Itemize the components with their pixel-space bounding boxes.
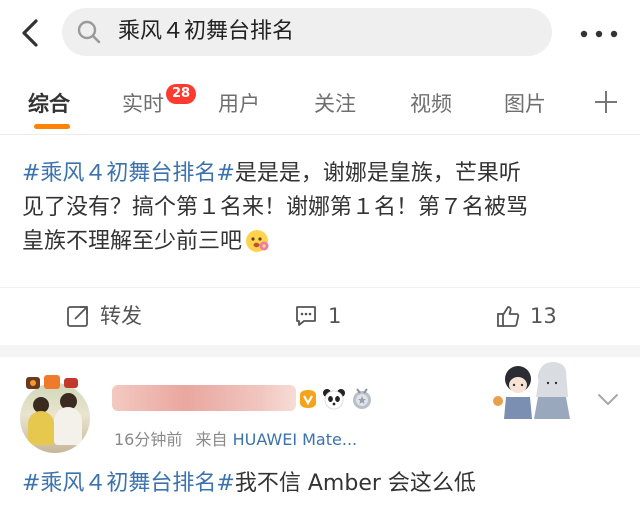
search-tabs: 综合 实时 用户 关注 视频 图片 xyxy=(0,68,640,135)
avatar-detail xyxy=(54,407,82,445)
back-arrow-icon[interactable] xyxy=(14,16,48,50)
username-redacted[interactable] xyxy=(112,385,296,411)
tab-images[interactable]: 图片 xyxy=(504,90,546,118)
avatar[interactable] xyxy=(20,383,90,453)
post-time: 16分钟前 xyxy=(114,430,183,449)
post-actions: 转发 1 13 xyxy=(0,287,640,344)
repost-label: 转发 xyxy=(100,304,142,328)
post-text-line: 皇族不理解至少前三吧 xyxy=(22,229,243,254)
post-card[interactable]: 16分钟前 来自 HUAWEI Mate... #乘风４初舞台排名#我不信 Am… xyxy=(0,357,640,528)
feed-divider xyxy=(0,345,640,357)
hashtag-link[interactable]: #乘风４初舞台排名# xyxy=(22,471,235,496)
hashtag-link[interactable]: #乘风４初舞台排名# xyxy=(22,161,235,186)
medal-badge-icon xyxy=(350,387,374,411)
post-card[interactable]: #乘风４初舞台排名#是是是，谢娜是皇族，芒果听 见了没有？搞个第１名来！谢娜第１… xyxy=(0,135,640,345)
search-icon xyxy=(76,19,102,45)
thumbs-up-icon xyxy=(496,304,520,328)
avatar-detail xyxy=(28,411,54,445)
active-tab-indicator xyxy=(34,124,70,129)
comment-count: 1 xyxy=(328,304,342,328)
add-tab-icon[interactable] xyxy=(594,90,618,114)
tab-videos[interactable]: 视频 xyxy=(410,90,452,118)
vip-badge-icon xyxy=(296,387,320,411)
comment-icon xyxy=(294,304,318,328)
like-count: 13 xyxy=(530,304,557,328)
flower-face-emoji-icon xyxy=(244,227,270,253)
realtime-count-badge: 28 xyxy=(166,84,196,104)
chevron-down-icon[interactable] xyxy=(596,389,620,409)
tab-comprehensive[interactable]: 综合 xyxy=(28,90,70,118)
avatar-decoration-icon xyxy=(24,373,82,393)
top-bar: 乘风４初舞台排名 xyxy=(0,0,640,68)
more-options-icon[interactable] xyxy=(578,24,622,44)
post-text-line: 见了没有？搞个第１名来！谢娜第１名！第７名被骂 xyxy=(22,195,529,220)
repost-icon xyxy=(66,304,90,328)
tab-following[interactable]: 关注 xyxy=(314,90,356,118)
search-query[interactable]: 乘风４初舞台排名 xyxy=(118,18,294,46)
post-text: #乘风４初舞台排名#是是是，谢娜是皇族，芒果听 见了没有？搞个第１名来！谢娜第１… xyxy=(22,157,622,259)
anime-sticker-icon xyxy=(488,357,584,419)
panda-badge-icon xyxy=(322,387,346,411)
tab-users[interactable]: 用户 xyxy=(218,90,260,118)
search-bar[interactable]: 乘风４初舞台排名 xyxy=(62,8,552,56)
post-text-line: 是是是，谢娜是皇族，芒果听 xyxy=(234,161,521,186)
post-source-device[interactable]: HUAWEI Mate... xyxy=(233,430,358,449)
post-meta: 16分钟前 来自 HUAWEI Mate... xyxy=(114,429,357,451)
post-text-line: 我不信 Amber 会这么低 xyxy=(234,471,476,496)
post-source-prefix: 来自 xyxy=(195,430,228,449)
tab-realtime[interactable]: 实时 xyxy=(122,90,164,118)
post-text: #乘风４初舞台排名#我不信 Amber 会这么低 xyxy=(22,467,622,501)
